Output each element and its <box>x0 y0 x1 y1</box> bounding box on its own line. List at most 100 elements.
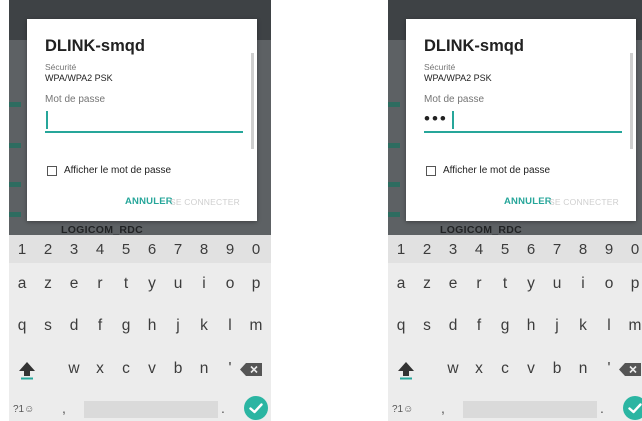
key-f[interactable]: f <box>98 317 102 335</box>
checkbox-icon[interactable] <box>47 166 57 176</box>
key-j[interactable]: j <box>555 317 558 335</box>
key-5[interactable]: 5 <box>122 241 130 258</box>
key-h[interactable]: h <box>148 317 157 335</box>
key-f[interactable]: f <box>477 317 481 335</box>
symbols-key[interactable]: ?1☺ <box>13 404 34 415</box>
key-i[interactable]: i <box>581 275 584 293</box>
key-e[interactable]: e <box>449 275 458 293</box>
key-k[interactable]: k <box>200 317 208 335</box>
key-g[interactable]: g <box>122 317 131 335</box>
comma-key[interactable]: , <box>441 400 445 416</box>
key-8[interactable]: 8 <box>579 241 587 258</box>
key-v[interactable]: v <box>527 360 535 378</box>
key-7[interactable]: 7 <box>174 241 182 258</box>
key-g[interactable]: g <box>501 317 510 335</box>
shift-icon[interactable] <box>18 360 36 380</box>
connect-button[interactable]: SE CONNECTER <box>170 197 240 207</box>
key-z[interactable]: z <box>423 275 431 293</box>
dialog-scrollbar[interactable] <box>630 53 633 149</box>
backspace-icon[interactable] <box>240 363 262 376</box>
enter-key[interactable] <box>623 396 642 420</box>
key-y[interactable]: y <box>148 275 156 293</box>
key-u[interactable]: u <box>174 275 183 293</box>
key-j[interactable]: j <box>176 317 179 335</box>
space-key[interactable] <box>84 401 218 418</box>
key-8[interactable]: 8 <box>200 241 208 258</box>
key-u[interactable]: u <box>553 275 562 293</box>
key-l[interactable]: l <box>607 317 610 335</box>
key-apostrophe[interactable]: ' <box>608 360 611 378</box>
key-r[interactable]: r <box>97 275 102 293</box>
key-s[interactable]: s <box>423 317 431 335</box>
key-1[interactable]: 1 <box>18 241 26 258</box>
key-k[interactable]: k <box>579 317 587 335</box>
key-3[interactable]: 3 <box>70 241 78 258</box>
key-t[interactable]: t <box>503 275 507 293</box>
key-q[interactable]: q <box>397 317 406 335</box>
key-z[interactable]: z <box>44 275 52 293</box>
backspace-icon[interactable] <box>619 363 641 376</box>
key-1[interactable]: 1 <box>397 241 405 258</box>
wifi-signal-icon <box>388 143 400 148</box>
key-b[interactable]: b <box>174 360 183 378</box>
key-q[interactable]: q <box>18 317 27 335</box>
password-underline <box>45 131 243 133</box>
key-m[interactable]: m <box>250 317 263 335</box>
key-a[interactable]: a <box>397 275 406 293</box>
key-7[interactable]: 7 <box>553 241 561 258</box>
cancel-button[interactable]: ANNULER <box>504 196 552 207</box>
connect-button[interactable]: SE CONNECTER <box>549 197 619 207</box>
key-y[interactable]: y <box>527 275 535 293</box>
key-0[interactable]: 0 <box>252 241 260 258</box>
key-6[interactable]: 6 <box>148 241 156 258</box>
key-e[interactable]: e <box>70 275 79 293</box>
shift-icon[interactable] <box>397 360 415 380</box>
dialog-scrollbar[interactable] <box>251 53 254 149</box>
key-apostrophe[interactable]: ' <box>229 360 232 378</box>
key-d[interactable]: d <box>449 317 458 335</box>
symbols-key[interactable]: ?1☺ <box>392 404 413 415</box>
key-r[interactable]: r <box>476 275 481 293</box>
enter-key[interactable] <box>244 396 268 420</box>
key-o[interactable]: o <box>226 275 235 293</box>
space-key[interactable] <box>463 401 597 418</box>
key-c[interactable]: c <box>122 360 130 378</box>
key-t[interactable]: t <box>124 275 128 293</box>
cancel-button[interactable]: ANNULER <box>125 196 173 207</box>
key-9[interactable]: 9 <box>605 241 613 258</box>
key-6[interactable]: 6 <box>527 241 535 258</box>
key-o[interactable]: o <box>605 275 614 293</box>
key-p[interactable]: p <box>631 275 640 293</box>
key-p[interactable]: p <box>252 275 261 293</box>
key-d[interactable]: d <box>70 317 79 335</box>
key-m[interactable]: m <box>629 317 642 335</box>
checkbox-icon[interactable] <box>426 166 436 176</box>
key-l[interactable]: l <box>228 317 231 335</box>
comma-key[interactable]: , <box>62 400 66 416</box>
key-a[interactable]: a <box>18 275 27 293</box>
key-0[interactable]: 0 <box>631 241 639 258</box>
password-input[interactable] <box>45 109 243 133</box>
key-w[interactable]: w <box>68 360 79 378</box>
key-2[interactable]: 2 <box>423 241 431 258</box>
key-3[interactable]: 3 <box>449 241 457 258</box>
key-9[interactable]: 9 <box>226 241 234 258</box>
key-2[interactable]: 2 <box>44 241 52 258</box>
key-i[interactable]: i <box>202 275 205 293</box>
key-x[interactable]: x <box>96 360 104 378</box>
key-5[interactable]: 5 <box>501 241 509 258</box>
key-c[interactable]: c <box>501 360 509 378</box>
key-v[interactable]: v <box>148 360 156 378</box>
key-4[interactable]: 4 <box>96 241 104 258</box>
password-input[interactable]: ••• <box>424 109 622 133</box>
period-key[interactable]: . <box>600 400 604 416</box>
key-n[interactable]: n <box>200 360 209 378</box>
key-h[interactable]: h <box>527 317 536 335</box>
key-s[interactable]: s <box>44 317 52 335</box>
period-key[interactable]: . <box>221 400 225 416</box>
key-4[interactable]: 4 <box>475 241 483 258</box>
key-b[interactable]: b <box>553 360 562 378</box>
key-n[interactable]: n <box>579 360 588 378</box>
key-w[interactable]: w <box>447 360 458 378</box>
key-x[interactable]: x <box>475 360 483 378</box>
